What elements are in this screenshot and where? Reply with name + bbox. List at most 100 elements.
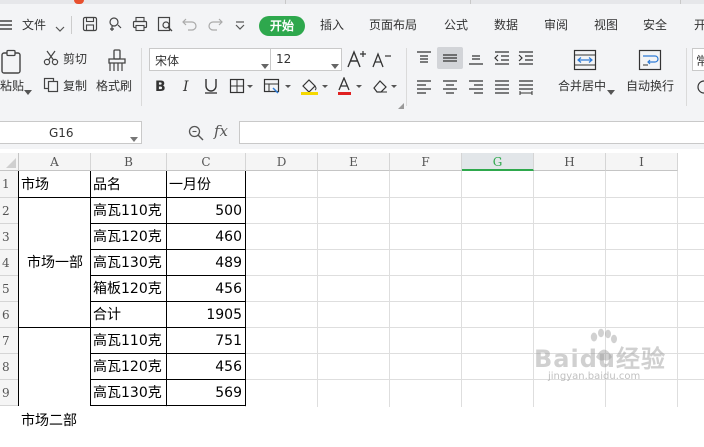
export-icon[interactable] xyxy=(107,16,123,35)
number-format-select[interactable]: 常 xyxy=(692,48,704,71)
item-value-cell[interactable]: 500 xyxy=(168,198,242,224)
paste-icon[interactable] xyxy=(0,49,24,78)
column-header-d[interactable]: D xyxy=(246,153,318,171)
print-preview-icon[interactable] xyxy=(157,16,173,35)
tab-more[interactable]: 开 xyxy=(694,15,704,35)
hamburger-menu-icon[interactable] xyxy=(0,18,14,35)
redo-icon[interactable] xyxy=(207,17,223,34)
merge-center-icon[interactable] xyxy=(573,49,597,74)
save-icon[interactable] xyxy=(82,16,98,35)
chevron-down-icon[interactable] xyxy=(130,131,138,145)
merge-center-label[interactable]: 合并居中 xyxy=(558,79,606,93)
clear-format-icon[interactable] xyxy=(372,78,398,97)
item-value-cell[interactable]: 456 xyxy=(168,276,242,302)
wrap-text-label[interactable]: 自动换行 xyxy=(626,79,674,93)
column-header-i[interactable]: I xyxy=(606,153,678,171)
tab-home[interactable]: 开始 xyxy=(259,16,305,36)
item-name-cell[interactable]: 高瓦110克 xyxy=(93,328,166,354)
chevron-down-icon[interactable] xyxy=(331,58,339,72)
cell-style-icon[interactable] xyxy=(263,78,293,97)
wrap-text-icon[interactable] xyxy=(638,49,662,74)
align-top-icon[interactable] xyxy=(416,50,432,69)
font-group-expand-icon[interactable] xyxy=(398,98,404,112)
zoom-find-icon[interactable] xyxy=(188,125,204,144)
justify-icon[interactable] xyxy=(494,79,510,98)
align-left-icon[interactable] xyxy=(416,79,432,98)
select-all-corner[interactable] xyxy=(0,153,19,171)
header-cell-c[interactable]: 一月份 xyxy=(169,171,245,198)
header-cell-b[interactable]: 品名 xyxy=(93,171,166,198)
tab-data[interactable]: 数据 xyxy=(494,15,518,35)
borders-icon[interactable] xyxy=(229,78,255,97)
tab-page-layout[interactable]: 页面布局 xyxy=(369,15,417,35)
cut-icon[interactable] xyxy=(43,50,59,69)
italic-icon[interactable]: I xyxy=(180,78,194,97)
formula-input[interactable] xyxy=(239,121,704,144)
print-icon[interactable] xyxy=(132,16,148,35)
bold-icon[interactable]: B xyxy=(154,78,168,97)
item-value-cell[interactable]: 569 xyxy=(168,380,242,406)
align-middle-button[interactable] xyxy=(437,47,463,69)
merged-cell-market-2[interactable]: 市场二部 xyxy=(19,329,91,447)
align-right-icon[interactable] xyxy=(468,79,484,98)
number-format-icon[interactable] xyxy=(696,79,704,98)
decrease-font-size-icon[interactable] xyxy=(372,52,392,71)
undo-icon[interactable] xyxy=(182,17,198,34)
column-header-c[interactable]: C xyxy=(167,153,246,171)
column-header-h[interactable]: H xyxy=(534,153,606,171)
chevron-down-icon[interactable] xyxy=(55,22,65,36)
header-cell-a[interactable]: 市场 xyxy=(21,171,90,198)
row-header-2[interactable]: 2 xyxy=(0,198,19,224)
row-header-7[interactable]: 7 xyxy=(0,328,19,354)
item-value-cell[interactable]: 489 xyxy=(168,250,242,276)
align-center-icon[interactable] xyxy=(442,79,458,98)
row-header-9[interactable]: 9 xyxy=(0,380,19,406)
increase-indent-icon[interactable] xyxy=(518,50,534,69)
column-header-a[interactable]: A xyxy=(19,153,91,171)
item-value-cell[interactable]: 460 xyxy=(168,224,242,250)
insert-function-button[interactable]: fx xyxy=(214,122,228,140)
copy-icon[interactable] xyxy=(43,77,59,96)
item-name-cell[interactable]: 高瓦120克 xyxy=(93,224,166,250)
tab-formulas[interactable]: 公式 xyxy=(444,15,468,35)
row-header-3[interactable]: 3 xyxy=(0,224,19,250)
decrease-indent-icon[interactable] xyxy=(494,50,510,69)
item-name-cell[interactable]: 高瓦130克 xyxy=(93,380,166,406)
item-name-cell[interactable]: 高瓦120克 xyxy=(93,354,166,380)
column-header-b[interactable]: B xyxy=(91,153,167,171)
underline-icon[interactable] xyxy=(204,78,218,97)
align-bottom-icon[interactable] xyxy=(468,50,484,69)
tab-security[interactable]: 安全 xyxy=(643,15,667,35)
row-header-6[interactable]: 6 xyxy=(0,302,19,328)
tab-insert[interactable]: 插入 xyxy=(320,15,344,35)
row-header-5[interactable]: 5 xyxy=(0,276,19,302)
item-value-cell[interactable]: 1905 xyxy=(168,302,242,328)
paste-dropdown-icon[interactable] xyxy=(24,84,32,98)
distributed-align-icon[interactable] xyxy=(518,79,534,98)
cut-label[interactable]: 剪切 xyxy=(63,52,87,66)
item-value-cell[interactable]: 456 xyxy=(168,354,242,380)
column-header-e[interactable]: E xyxy=(318,153,390,171)
item-name-cell[interactable]: 合计 xyxy=(93,302,166,328)
column-header-f[interactable]: F xyxy=(390,153,462,171)
font-size-select[interactable]: 12 xyxy=(270,48,342,71)
tab-review[interactable]: 审阅 xyxy=(544,15,568,35)
name-box[interactable]: G16 xyxy=(0,121,142,144)
copy-label[interactable]: 复制 xyxy=(63,79,87,93)
tab-view[interactable]: 视图 xyxy=(594,15,618,35)
item-name-cell[interactable]: 高瓦110克 xyxy=(93,198,166,224)
paste-label[interactable]: 粘贴 xyxy=(0,79,24,93)
item-value-cell[interactable]: 751 xyxy=(168,328,242,354)
row-header-8[interactable]: 8 xyxy=(0,354,19,380)
font-color-icon[interactable] xyxy=(337,76,365,98)
format-painter-label[interactable]: 格式刷 xyxy=(96,79,132,93)
font-name-select[interactable]: 宋体 xyxy=(149,48,272,71)
chevron-down-icon[interactable] xyxy=(261,58,269,72)
row-header-4[interactable]: 4 xyxy=(0,250,19,276)
item-name-cell[interactable]: 高瓦130克 xyxy=(93,250,166,276)
column-header-g[interactable]: G xyxy=(462,153,534,171)
fill-color-icon[interactable] xyxy=(300,77,330,98)
merge-dropdown-icon[interactable] xyxy=(607,84,615,98)
format-painter-icon[interactable] xyxy=(106,49,128,76)
item-name-cell[interactable]: 箱板120克 xyxy=(93,276,166,302)
